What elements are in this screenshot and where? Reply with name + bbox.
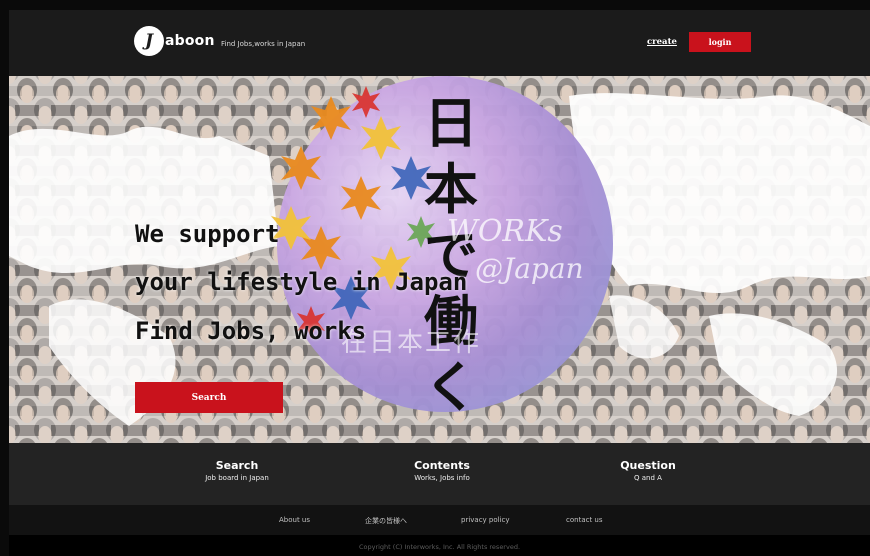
feature-contents[interactable]: Contents Works, Jobs info <box>362 459 522 482</box>
logo-mark-icon: J <box>134 26 164 56</box>
hero-banner: 日本で働く WORKs @Japan 在日本工作 We support your… <box>9 76 870 443</box>
feature-subtitle: Job board in Japan <box>205 474 269 482</box>
login-button[interactable]: login <box>689 32 751 52</box>
hero-headline-line-1: We support <box>135 220 280 248</box>
footer-link-contact[interactable]: contact us <box>566 516 603 524</box>
hero-headline-line-3: Find Jobs, works <box>135 317 367 345</box>
hero-search-button[interactable]: Search <box>135 382 283 413</box>
feature-bar: Search Job board in Japan Contents Works… <box>9 443 870 505</box>
feature-title: Search <box>215 459 259 472</box>
footer-link-privacy[interactable]: privacy policy <box>461 516 510 524</box>
feature-title: Question <box>620 459 676 472</box>
logo-wordmark: aboon <box>165 33 215 49</box>
site-tagline: Find Jobs,works in Japan <box>221 40 306 48</box>
hero-headline-line-2: your lifestyle in Japan <box>135 268 468 296</box>
site-logo[interactable]: J aboon <box>134 26 215 56</box>
copyright-text: Copyright (C) Interworks, Inc. All Right… <box>9 535 870 556</box>
footer-nav: About us 企業の皆様へ privacy policy contact u… <box>9 505 870 535</box>
feature-title: Contents <box>414 459 470 472</box>
footer-link-about[interactable]: About us <box>279 516 310 524</box>
site-header: J aboon Find Jobs,works in Japan create … <box>9 10 870 76</box>
footer-link-companies[interactable]: 企業の皆様へ <box>365 516 407 526</box>
feature-question[interactable]: Question Q and A <box>568 459 728 482</box>
feature-subtitle: Q and A <box>634 474 662 482</box>
create-link[interactable]: create <box>647 37 677 47</box>
kanji-calligraphy: 日本で働く <box>424 91 478 419</box>
feature-search[interactable]: Search Job board in Japan <box>157 459 317 482</box>
feature-subtitle: Works, Jobs info <box>414 474 470 482</box>
page: J aboon Find Jobs,works in Japan create … <box>9 10 870 556</box>
ghost-text-works: WORKs <box>447 214 563 249</box>
ghost-text-japan: @Japan <box>475 252 584 285</box>
